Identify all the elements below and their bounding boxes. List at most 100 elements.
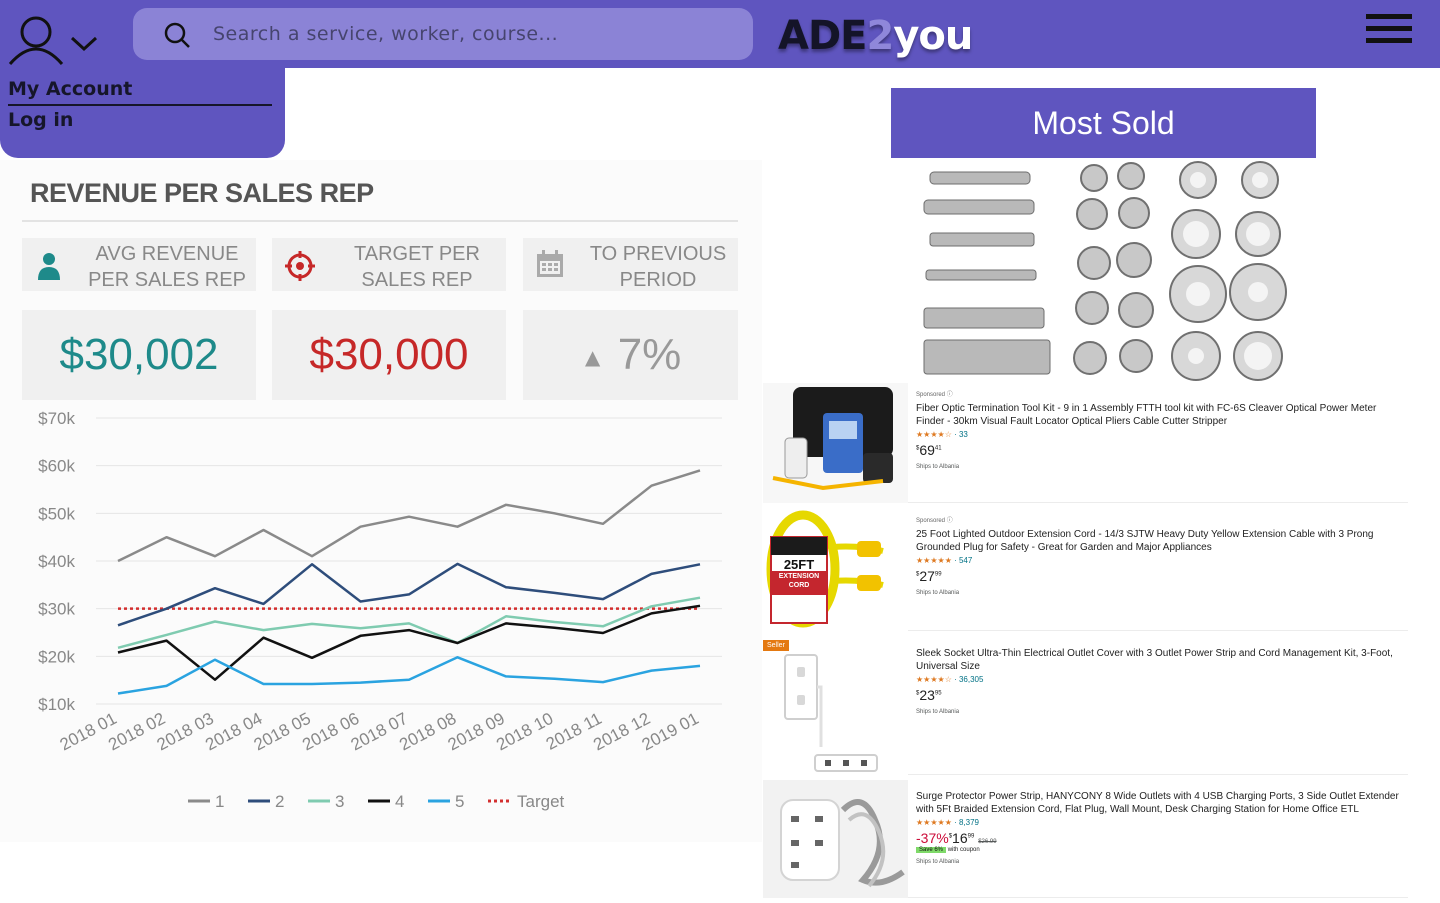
product-card-extension-cord[interactable]: 25FT EXTENSION CORD Sponsored ⓘ 25 Foot … [763,509,1408,631]
logo-text-you: you [893,13,973,59]
product-info: Surge Protector Power Strip, HANYCONY 8 … [916,786,1406,865]
product-image[interactable] [763,383,908,503]
product-price: $2395 [916,687,942,703]
product-card-outlet-cover[interactable]: Seller Sleek Socket Ultra-Thin Electrica… [763,637,1408,775]
product-rating[interactable]: ★★★★☆ · 33 [916,430,1406,439]
y-tick-label: $70k [38,409,75,428]
series-line-3 [117,596,701,650]
rating-count: · 8,379 [954,818,980,827]
log-in-link[interactable]: Log in [8,109,73,131]
thumb-text-extension: EXTENSION [778,573,820,580]
search-box [133,8,753,60]
product-image[interactable] [763,780,908,898]
product-card-surge-protector[interactable]: Surge Protector Power Strip, HANYCONY 8 … [763,780,1408,898]
y-tick-label: $60k [38,457,75,476]
product-image[interactable]: Seller [763,637,908,775]
rating-count: · 547 [954,556,973,565]
product-price: $2799 [916,568,942,584]
kpi-target-label: TARGET PER SALES REP [332,241,502,293]
product-title[interactable]: Fiber Optic Termination Tool Kit - 9 in … [916,402,1406,428]
product-title[interactable]: Sleek Socket Ultra-Thin Electrical Outle… [916,647,1406,673]
product-title[interactable]: 25 Foot Lighted Outdoor Extension Cord -… [916,528,1406,554]
rating-stars: ★★★★☆ [916,675,952,684]
legend-label-target: Target [517,792,565,811]
rating-stars: ★★★★★ [916,556,952,565]
account-menu-toggle[interactable] [6,12,106,66]
kpi-previous-period-label: TO PREVIOUS PERIOD [578,241,738,293]
legend-label-4: 4 [395,792,404,811]
kpi-label-line: PER SALES REP [88,269,246,291]
x-tick-label: 2019 01 [639,709,702,755]
y-tick-label: $30k [38,600,75,619]
shipping-info: Ships to Albania [916,709,960,715]
rating-count: · 33 [954,430,968,439]
product-title[interactable]: Surge Protector Power Strip, HANYCONY 8 … [916,790,1406,816]
sponsored-label: Sponsored ⓘ [916,392,953,398]
revenue-dashboard: REVENUE PER SALES REP AVG REVENUE PER SA… [0,160,762,842]
product-card-fiber-kit[interactable]: Sponsored ⓘ Fiber Optic Termination Tool… [763,383,1408,503]
title-divider [22,220,738,222]
rating-stars: ★★★★☆ [916,430,952,439]
series-line-2 [117,562,701,627]
up-arrow-icon: ▲ [579,342,606,373]
kpi-change-percent: 7% [617,330,682,379]
series-line-4 [117,604,701,681]
product-rating[interactable]: ★★★★★ · 547 [916,556,1406,565]
chart-svg: $70k$60k$50k$40k$30k$20k$10k2018 012018 … [38,409,722,811]
thumb-text-cord: CORD [788,582,810,589]
my-account-link[interactable]: My Account [8,78,132,100]
dashboard-title: REVENUE PER SALES REP [30,178,374,208]
kpi-label-line: SALES REP [361,269,473,291]
sponsored-label: Sponsored ⓘ [916,518,953,524]
coupon-text: with coupon [947,847,980,853]
most-sold-button[interactable]: Most Sold [891,88,1316,158]
revenue-line-chart: $70k $60k $50k $40k $30k $20k $10k 2018 01 2018 … [0,400,762,820]
shipping-info: Ships to Albania [916,590,960,596]
target-icon [285,251,315,281]
hamburger-menu-icon[interactable] [1366,14,1412,48]
person-icon [38,253,60,280]
rating-stars: ★★★★★ [916,818,952,827]
y-tick-label: $10k [38,695,75,714]
menu-divider [8,104,272,106]
kpi-avg-revenue-label: AVG REVENUE PER SALES REP [82,241,252,293]
discount-percent: -37% [916,830,949,846]
coupon-row: Save 6% with coupon [916,847,1406,853]
product-info: Sleek Socket Ultra-Thin Electrical Outle… [916,643,1406,715]
legend-label-5: 5 [455,792,464,811]
product-price: -37%$1699 $26.99 [916,830,997,846]
shipping-info: Ships to Albania [916,859,960,865]
product-price: $6941 [916,442,942,458]
chevron-down-icon [70,36,98,52]
kpi-label-line: AVG REVENUE [95,243,239,265]
site-logo[interactable]: ADE2you [778,12,973,60]
kpi-avg-revenue-value: $30,002 [22,310,256,400]
x-tick-label: 2018 10 [493,709,556,755]
list-price: $26.99 [978,839,997,845]
thumb-text-25ft: 25FT [783,557,815,572]
save-badge[interactable]: Save 6% [916,847,947,853]
logo-text-ade: ADE [778,13,867,59]
kpi-label-line: TARGET PER [354,243,480,265]
product-image[interactable]: 25FT EXTENSION CORD [763,509,908,631]
user-icon [8,16,98,65]
search-icon[interactable] [163,21,191,49]
series-line-1 [117,469,701,563]
kpi-avg-revenue-header: AVG REVENUE PER SALES REP [22,238,256,291]
legend-label-1: 1 [215,792,224,811]
product-rating[interactable]: ★★★★☆ · 36,305 [916,675,1406,684]
rating-count: · 36,305 [954,675,984,684]
y-tick-label: $50k [38,504,75,523]
legend-label-2: 2 [275,792,284,811]
account-dropdown: My Account Log in [0,68,285,158]
kpi-target-header: TARGET PER SALES REP [272,238,506,291]
seller-badge: Seller [763,640,789,651]
search-input[interactable] [213,8,733,60]
kpi-label-line: PERIOD [619,269,697,291]
product-info: Sponsored ⓘ Fiber Optic Termination Tool… [916,389,1406,470]
series-line-5 [117,656,701,695]
product-info: Sponsored ⓘ 25 Foot Lighted Outdoor Exte… [916,515,1406,596]
hardware-assortment-image[interactable] [918,158,1290,384]
product-rating[interactable]: ★★★★★ · 8,379 [916,818,1406,827]
y-tick-label: $20k [38,647,75,666]
